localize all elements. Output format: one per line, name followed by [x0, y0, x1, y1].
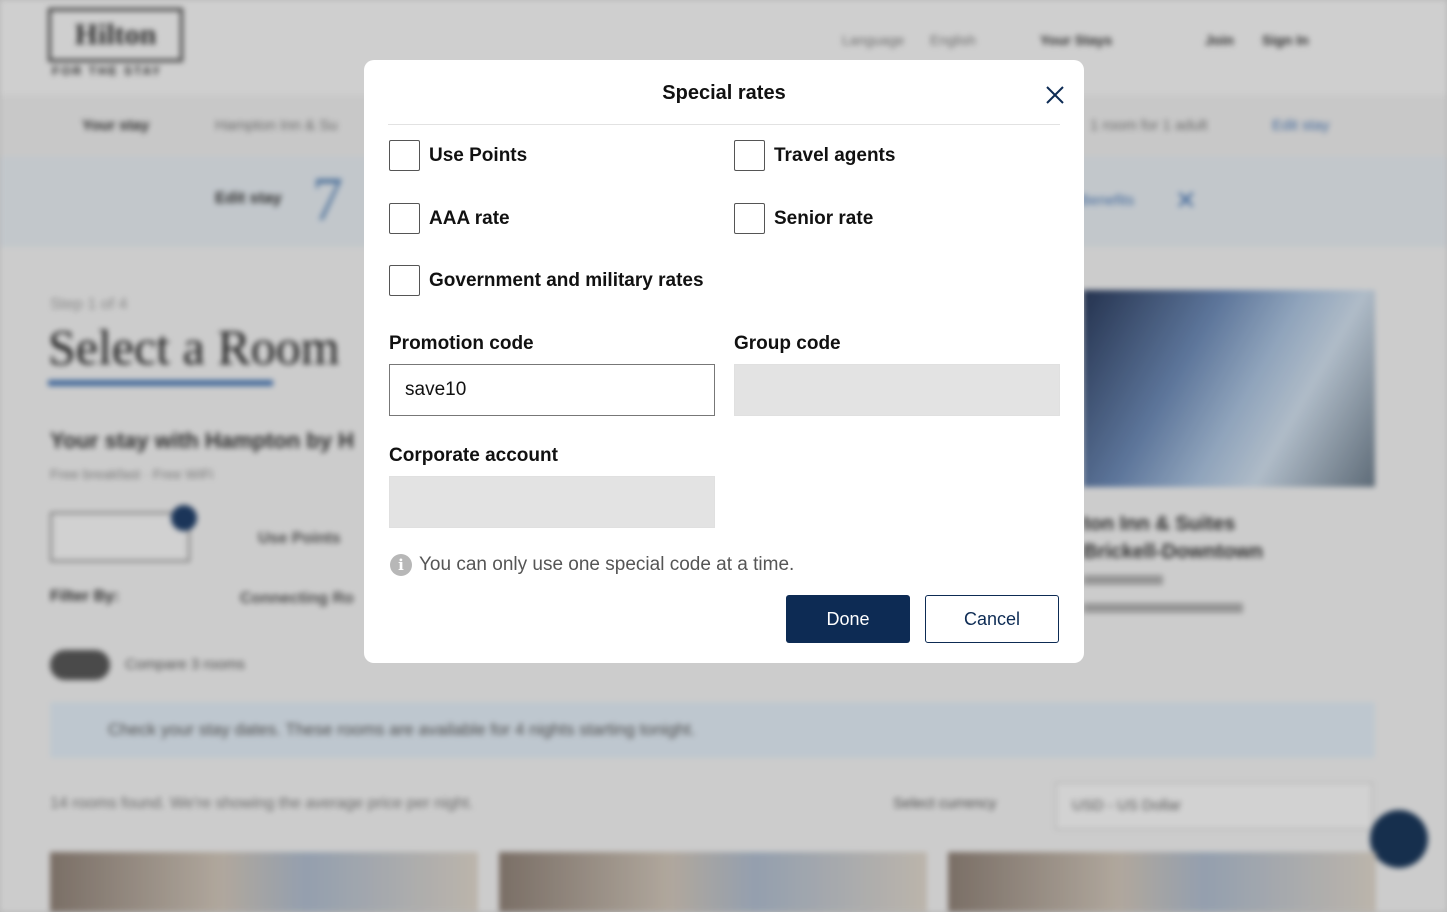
checkbox-label: Senior rate: [774, 207, 874, 229]
close-icon: [1046, 86, 1064, 104]
promotion-code-input[interactable]: [389, 364, 715, 416]
checkbox-box[interactable]: [389, 140, 420, 171]
aaa-rate-checkbox[interactable]: AAA rate: [389, 203, 510, 234]
special-rates-modal: Special rates Use Points Travel agents A…: [364, 60, 1084, 663]
group-code-label: Group code: [734, 333, 841, 354]
checkbox-box[interactable]: [389, 203, 420, 234]
header-divider: [388, 124, 1060, 125]
cancel-button[interactable]: Cancel: [925, 595, 1059, 643]
checkbox-label: Government and military rates: [429, 269, 704, 291]
checkbox-label: Use Points: [429, 144, 528, 166]
checkbox-box[interactable]: [734, 140, 765, 171]
corporate-account-input[interactable]: [389, 476, 715, 528]
government-military-checkbox[interactable]: Government and military rates: [389, 265, 704, 296]
checkbox-box[interactable]: [734, 203, 765, 234]
checkbox-label: AAA rate: [429, 207, 510, 229]
group-code-input[interactable]: [734, 364, 1060, 416]
promotion-code-label: Promotion code: [389, 333, 534, 354]
checkbox-box[interactable]: [389, 265, 420, 296]
modal-title: Special rates: [662, 82, 786, 104]
info-icon: i: [390, 554, 412, 576]
special-code-notice: i You can only use one special code at a…: [390, 554, 794, 576]
done-button[interactable]: Done: [786, 595, 910, 643]
travel-agents-checkbox[interactable]: Travel agents: [734, 140, 895, 171]
senior-rate-checkbox[interactable]: Senior rate: [734, 203, 873, 234]
corporate-account-label: Corporate account: [389, 445, 558, 466]
close-button[interactable]: [1040, 80, 1070, 110]
info-text: You can only use one special code at a t…: [419, 554, 795, 575]
use-points-checkbox[interactable]: Use Points: [389, 140, 527, 171]
checkbox-label: Travel agents: [774, 144, 896, 166]
